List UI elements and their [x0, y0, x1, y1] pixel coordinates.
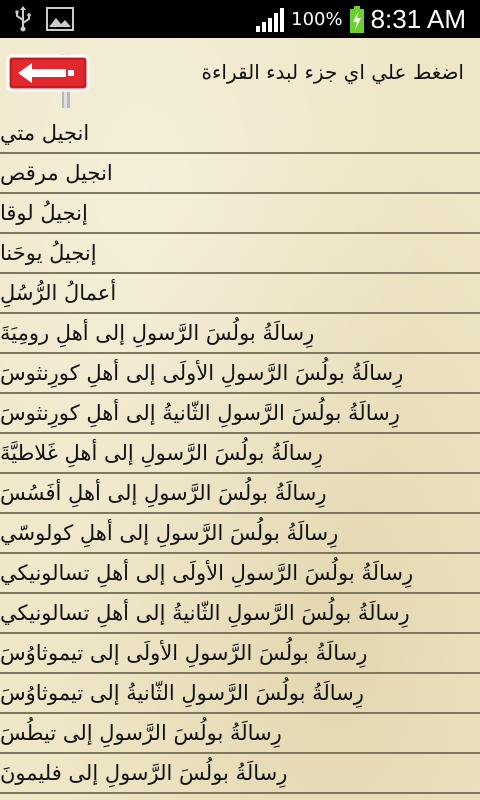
- book-list-item[interactable]: إنجيلُ يوحَنا: [0, 234, 480, 274]
- main-content: اضغط علي اي جزء لبدء القراءة انجيل متي ان…: [0, 38, 480, 800]
- book-list-item[interactable]: انجيل متي: [0, 114, 480, 154]
- battery-charging-icon: [349, 5, 364, 33]
- book-list-item[interactable]: رِسالَةُ بولُسَ الرَّسولِ الثّانيةُ إلى …: [0, 674, 480, 714]
- status-bar: 100% 8:31 AM: [0, 0, 480, 38]
- back-arrow-sign-icon: [6, 54, 90, 108]
- book-list-item[interactable]: رِسالَةُ بولُسَ الرَّسولِ الثّانيةُ إلى …: [0, 594, 480, 634]
- header: اضغط علي اي جزء لبدء القراءة: [0, 38, 480, 114]
- book-list-item[interactable]: رِسالَةُ بولُسَ الرَّسولِ الأولَى إلى تي…: [0, 634, 480, 674]
- book-list-item[interactable]: رِسالَةُ بولُسَ الرَّسولِ إلى فليمونَ: [0, 754, 480, 794]
- book-list-item[interactable]: رِسالَةُ بولُسَ الرَّسولِ الثّانيةُ إلى …: [0, 394, 480, 434]
- notification-icons: [14, 6, 74, 32]
- battery-percent: 100%: [291, 9, 343, 30]
- book-list-item[interactable]: انجيل مرقص: [0, 154, 480, 194]
- instruction-text: اضغط علي اي جزء لبدء القراءة: [201, 60, 464, 84]
- system-status: 100% 8:31 AM: [255, 4, 466, 35]
- book-list-item[interactable]: رِسالَةُ بولُسَ الرَّسولِ إلى تيطُسَ: [0, 714, 480, 754]
- book-list-item[interactable]: رِسالَةُ بولُسَ الرَّسولِ إلى أهلِ غَلاط…: [0, 434, 480, 474]
- book-list: انجيل متي انجيل مرقص إنجيلُ لوقا إنجيلُ يوح…: [0, 114, 480, 794]
- book-list-item[interactable]: رِسالَةُ بولُسَ الرَّسولِ إلى أهلِ أفَسُ…: [0, 474, 480, 514]
- usb-icon: [15, 6, 31, 32]
- book-list-item[interactable]: أعمالُ الرُّسُلِ: [0, 274, 480, 314]
- image-icon: [46, 7, 74, 31]
- book-list-item[interactable]: رِسالَةُ بولُسَ الرَّسولِ إلى أهلِ رومِي…: [0, 314, 480, 354]
- clock: 8:31 AM: [370, 4, 466, 34]
- book-list-item[interactable]: رِسالَةُ بولُسَ الرَّسولِ الأولَى إلى أه…: [0, 354, 480, 394]
- back-button[interactable]: [6, 46, 92, 108]
- book-list-item[interactable]: رِسالَةُ بولُسَ الرَّسولِ الأولَى إلى أه…: [0, 554, 480, 594]
- signal-icon: [256, 7, 285, 32]
- book-list-item[interactable]: إنجيلُ لوقا: [0, 194, 480, 234]
- book-list-item[interactable]: رِسالَةُ بولُسَ الرَّسولِ إلى أهلِ كولوس…: [0, 514, 480, 554]
